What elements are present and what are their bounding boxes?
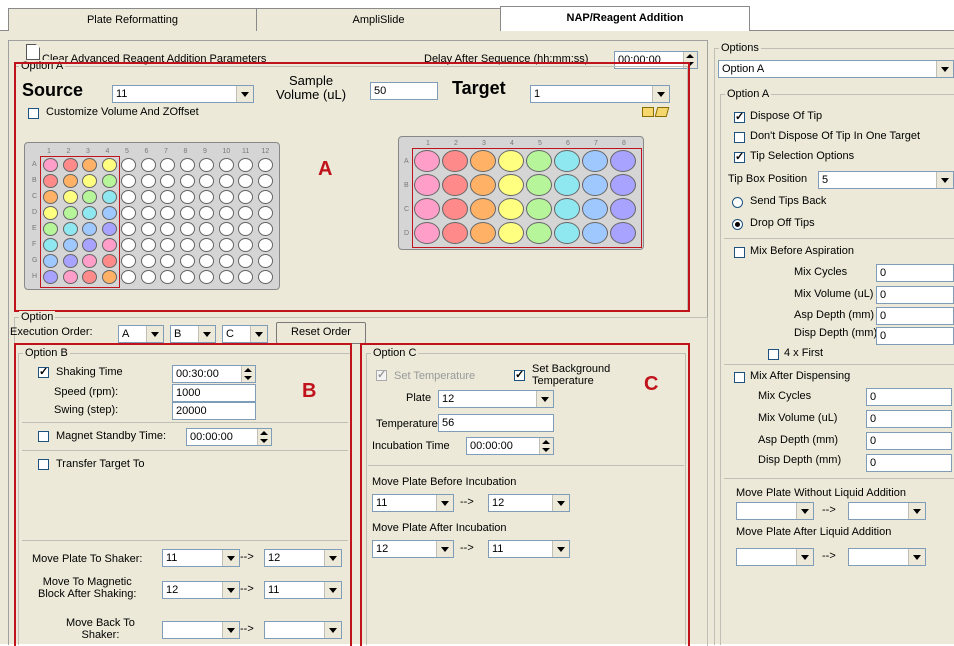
mix-after-label: Mix After Dispensing <box>750 370 851 382</box>
arrow-label: --> <box>822 504 836 516</box>
mix-volume-value: 0 <box>880 289 887 301</box>
dispose-tip-checkbox[interactable] <box>734 110 745 123</box>
order-1-select[interactable]: A <box>118 325 164 343</box>
mix-cycles2-label: Mix Cycles <box>758 390 812 402</box>
asp-depth2-label: Asp Depth (mm) <box>758 434 839 446</box>
chevron-down-icon[interactable] <box>796 503 813 519</box>
asp-depth-input[interactable]: 0 <box>876 307 954 325</box>
asp-depth-value: 0 <box>880 310 887 322</box>
mix-before-label: Mix Before Aspiration <box>750 245 854 257</box>
move-after-liquid-to[interactable] <box>848 548 926 566</box>
send-tips-back-radio[interactable] <box>732 197 743 208</box>
annotation-box-b <box>14 343 352 646</box>
option-legend: Option <box>19 311 56 323</box>
tip-box-value: 5 <box>822 174 829 186</box>
arrow-label: --> <box>822 550 836 562</box>
options-option-a-legend: Option A <box>725 88 772 100</box>
mix-cycles-label: Mix Cycles <box>794 266 848 278</box>
tab-plate-reformatting[interactable]: Plate Reformatting <box>8 8 257 31</box>
mix-volume-label: Mix Volume (uL) <box>794 288 874 300</box>
asp-depth2-value: 0 <box>870 435 877 447</box>
separator <box>724 238 954 239</box>
order-3-value: C <box>226 328 234 340</box>
mix-cycles-value: 0 <box>880 267 887 279</box>
tip-selection-checkbox[interactable] <box>734 150 745 163</box>
move-after-liquid-label: Move Plate After Liquid Addition <box>736 526 892 538</box>
send-tips-back-label: Send Tips Back <box>750 195 827 207</box>
four-x-first-label: 4 x First <box>784 347 824 359</box>
mix-cycles-input[interactable]: 0 <box>876 264 954 282</box>
separator <box>724 478 954 479</box>
chevron-down-icon[interactable] <box>936 61 953 77</box>
chevron-down-icon[interactable] <box>908 549 925 565</box>
annotation-box-a <box>14 62 690 312</box>
document-icon[interactable] <box>26 44 40 60</box>
order-1-value: A <box>122 328 130 340</box>
mix-volume-input[interactable]: 0 <box>876 286 954 304</box>
chevron-down-icon[interactable] <box>250 326 267 342</box>
move-without-from[interactable] <box>736 502 814 520</box>
disp-depth2-label: Disp Depth (mm) <box>758 454 842 466</box>
disp-depth-label: Disp Depth (mm) <box>794 327 878 339</box>
tip-box-select[interactable]: 5 <box>818 171 954 189</box>
chevron-down-icon[interactable] <box>796 549 813 565</box>
mix-cycles2-value: 0 <box>870 391 877 403</box>
order-2-value: B <box>174 328 182 340</box>
mix-after-checkbox[interactable] <box>734 372 745 383</box>
chevron-down-icon[interactable] <box>936 172 953 188</box>
disp-depth-input[interactable]: 0 <box>876 327 954 345</box>
dispose-tip-label: Dispose Of Tip <box>750 110 823 122</box>
chevron-down-icon[interactable] <box>146 326 163 342</box>
options-selected-value: Option A <box>722 63 765 75</box>
dont-dispose-checkbox[interactable] <box>734 132 745 143</box>
annotation-box-c <box>360 343 690 646</box>
asp-depth2-input[interactable]: 0 <box>866 432 952 450</box>
chevron-down-icon[interactable] <box>198 326 215 342</box>
move-after-liquid-from[interactable] <box>736 548 814 566</box>
order-2-select[interactable]: B <box>170 325 216 343</box>
move-without-label: Move Plate Without Liquid Addition <box>736 487 906 499</box>
chevron-down-icon[interactable] <box>908 503 925 519</box>
mix-volume2-value: 0 <box>870 413 877 425</box>
options-legend: Options <box>719 42 761 54</box>
disp-depth2-value: 0 <box>870 457 877 469</box>
tip-box-label: Tip Box Position <box>728 173 808 185</box>
mix-volume2-input[interactable]: 0 <box>866 410 952 428</box>
reset-order-button[interactable]: Reset Order <box>276 322 366 344</box>
execution-order-label: Execution Order: <box>10 326 93 338</box>
asp-depth-label: Asp Depth (mm) <box>794 309 875 321</box>
mix-cycles2-input[interactable]: 0 <box>866 388 952 406</box>
mix-before-checkbox[interactable] <box>734 247 745 258</box>
move-without-to[interactable] <box>848 502 926 520</box>
tip-selection-label: Tip Selection Options <box>750 150 855 162</box>
disp-depth2-input[interactable]: 0 <box>866 454 952 472</box>
separator <box>724 364 954 365</box>
tab-amplislide[interactable]: AmpliSlide <box>256 8 501 31</box>
options-select[interactable]: Option A <box>718 60 954 78</box>
dont-dispose-label: Don't Dispose Of Tip In One Target <box>750 130 921 142</box>
order-3-select[interactable]: C <box>222 325 268 343</box>
disp-depth-value: 0 <box>880 330 887 342</box>
four-x-first-checkbox[interactable] <box>768 349 779 360</box>
mix-volume2-label: Mix Volume (uL) <box>758 412 838 424</box>
tab-nap-reagent-addition[interactable]: NAP/Reagent Addition <box>500 6 750 34</box>
drop-off-tips-radio[interactable] <box>732 219 743 230</box>
drop-off-tips-label: Drop Off Tips <box>750 217 815 229</box>
